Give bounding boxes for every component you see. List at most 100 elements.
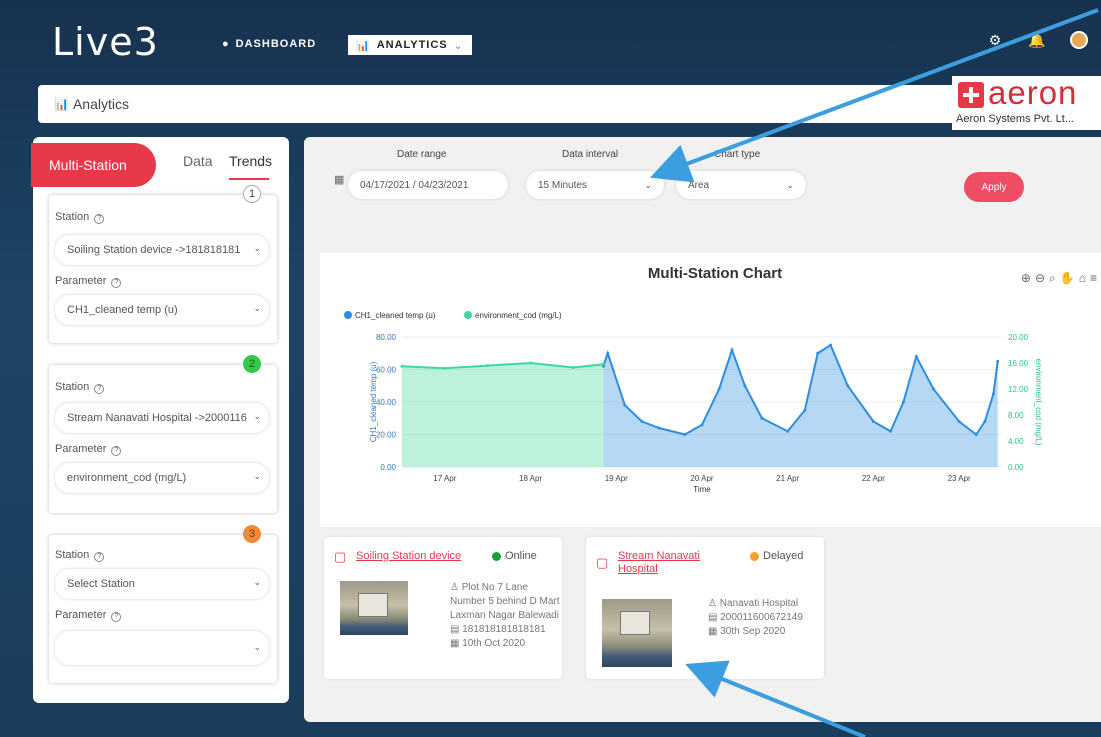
help-icon[interactable]: ? [111, 612, 122, 622]
y-axis-label: CH1_cleaned temp (u) [369, 361, 378, 442]
station-label: Station ? [55, 381, 105, 394]
date-range-input[interactable]: 04/17/2021 / 04/23/2021 [348, 171, 508, 199]
station-badge: 2 [243, 355, 261, 373]
data-interval-select[interactable]: 15 Minutes ⌄ [526, 171, 664, 199]
station-panel: Multi-Station Data Trends 1 Station ? So… [31, 137, 289, 703]
y2-tick-label: 20.00 [1008, 333, 1029, 342]
data-point [529, 361, 533, 365]
data-point [717, 387, 721, 391]
chart-type-select[interactable]: Area ⌄ [676, 171, 806, 199]
legend-label: environment_cod (mg/L) [475, 311, 562, 320]
settings-icon[interactable]: ⚙ [985, 30, 1005, 50]
x-tick-label: 20 Apr [690, 474, 713, 483]
tab-multi-station[interactable]: Multi-Station [31, 143, 156, 187]
data-point [931, 387, 935, 391]
x-tick-label: 21 Apr [776, 474, 799, 483]
device-info: ♙ Plot No 7 Lane Number 5 behind D Mart … [450, 581, 562, 651]
nav-analytics[interactable]: 📊 ANALYTICS ⌄ [348, 35, 472, 55]
status-dot [492, 551, 501, 561]
status-dot [750, 551, 759, 561]
data-point [991, 392, 995, 396]
station-select[interactable]: Stream Nanavati Hospital ->2000116 ⌄ [55, 403, 269, 433]
device-address: ♙ Nanavati Hospital [708, 598, 799, 609]
active-tab-indicator [229, 178, 269, 180]
data-point [486, 364, 490, 368]
calendar-icon: ▦ [450, 638, 460, 649]
parameter-label: Parameter ? [55, 443, 122, 456]
device-icon: ▢ [334, 549, 347, 564]
brand-cross-icon [958, 82, 984, 108]
legend-marker [344, 311, 352, 319]
calendar-icon[interactable]: ▦ [334, 173, 344, 186]
main-panel: Date range ▦ 04/17/2021 / 04/23/2021 Dat… [304, 137, 1101, 722]
brand-logo: aeron Aeron Systems Pvt. Lt... [952, 74, 1101, 130]
data-point [760, 416, 764, 420]
chevron-down-icon: ⌄ [253, 642, 261, 652]
nav-analytics-label: ANALYTICS [376, 39, 448, 51]
y2-tick-label: 16.00 [1008, 359, 1029, 368]
station-label: Station ? [55, 211, 105, 224]
calendar-icon: ▦ [708, 626, 718, 637]
help-icon[interactable]: ? [94, 552, 105, 562]
data-point [846, 384, 850, 388]
location-icon: ♙ [708, 598, 717, 609]
location-icon: ♙ [450, 582, 459, 593]
data-point [996, 359, 1000, 363]
tab-trends[interactable]: Trends [229, 153, 272, 169]
device-name-link[interactable]: Stream Nanavati Hospital [618, 550, 718, 576]
data-point [657, 426, 661, 430]
help-icon[interactable]: ? [111, 446, 122, 456]
device-address: ♙ Plot No 7 Lane Number 5 behind D Mart … [450, 582, 560, 621]
y-tick-label: 80.00 [376, 333, 397, 342]
parameter-select[interactable]: ⌄ [55, 631, 269, 665]
y-tick-label: 60.00 [376, 366, 397, 375]
bell-icon[interactable]: 🔔 [1027, 30, 1047, 50]
bar-chart-icon: 📊 [356, 39, 371, 52]
parameter-select[interactable]: CH1_cleaned temp (u) ⌄ [55, 295, 269, 325]
apply-button[interactable]: Apply [964, 172, 1024, 202]
data-point [640, 420, 644, 423]
station-select[interactable]: Soiling Station device ->181818181 ⌄ [55, 235, 269, 265]
data-point [400, 364, 404, 368]
chevron-down-icon: ⌄ [253, 303, 261, 313]
date-range-label: Date range [397, 149, 447, 160]
x-tick-label: 19 Apr [605, 474, 628, 483]
station-card-2: 2 Station ? Stream Nanavati Hospital ->2… [49, 355, 277, 513]
data-point [889, 429, 893, 433]
station-badge: 1 [243, 185, 261, 203]
x-tick-label: 23 Apr [948, 474, 971, 483]
device-id: ▤ 200011600672149 [708, 612, 803, 623]
data-point [786, 429, 790, 433]
data-interval-label: Data interval [562, 149, 619, 160]
breadcrumb: 📊 Analytics [38, 85, 1101, 123]
avatar[interactable] [1069, 30, 1089, 50]
app-logo[interactable]: Live3 [52, 20, 159, 64]
series-area [402, 363, 604, 467]
nav-dashboard[interactable]: ● DASHBOARD [222, 38, 316, 50]
device-thumbnail [602, 599, 672, 667]
x-tick-label: 18 Apr [519, 474, 542, 483]
device-icon: ▢ [596, 555, 609, 570]
chevron-down-icon: ⌄ [253, 411, 261, 421]
help-icon[interactable]: ? [111, 278, 122, 288]
data-point [957, 420, 961, 423]
device-date: ▦ 10th Oct 2020 [450, 638, 526, 649]
parameter-select[interactable]: environment_cod (mg/L) ⌄ [55, 463, 269, 493]
data-point [606, 351, 610, 355]
station-select[interactable]: Select Station ⌄ [55, 569, 269, 599]
x-axis-label: Time [693, 485, 711, 494]
help-icon[interactable]: ? [94, 214, 105, 224]
chevron-down-icon: ⌄ [253, 471, 261, 481]
data-point [901, 400, 905, 404]
device-card: ▢ Stream Nanavati Hospital Delayed ♙ Nan… [586, 537, 824, 679]
user-avatar-icon [1070, 31, 1088, 49]
help-icon[interactable]: ? [94, 384, 105, 394]
device-name-link[interactable]: Soiling Station device [356, 550, 461, 563]
y2-tick-label: 4.00 [1008, 437, 1024, 446]
y2-tick-label: 8.00 [1008, 411, 1024, 420]
data-point [623, 403, 627, 407]
chevron-down-icon: ⌄ [786, 179, 794, 190]
tab-data[interactable]: Data [183, 153, 213, 169]
top-navbar: Live3 ● DASHBOARD 📊 ANALYTICS ⌄ ⚙ 🔔 [0, 0, 1101, 80]
series-area [603, 345, 998, 467]
